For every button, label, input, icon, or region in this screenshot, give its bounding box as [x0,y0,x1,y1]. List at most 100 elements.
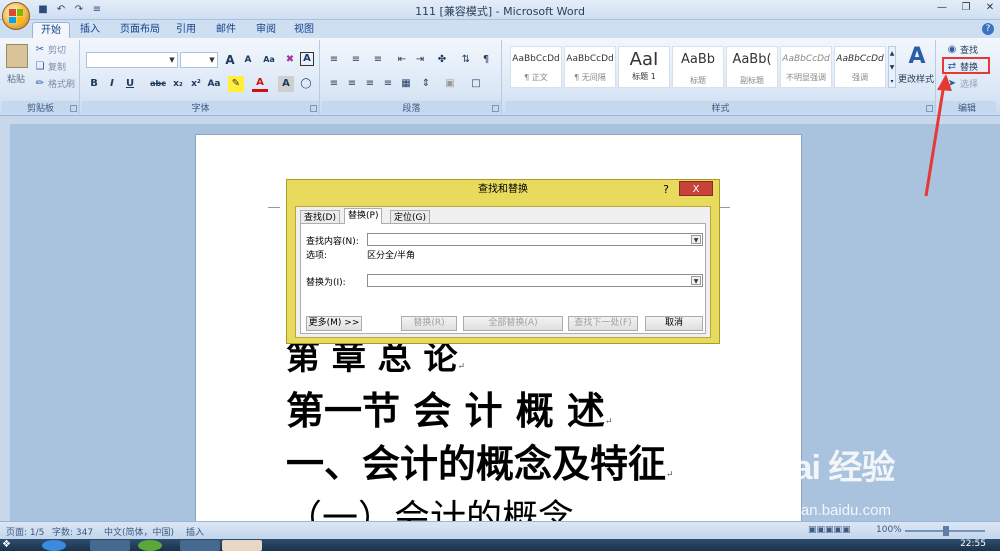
underline-button[interactable]: U [122,76,138,92]
chevron-down-icon[interactable]: ▼ [691,276,701,285]
tab-page-layout[interactable]: 页面布局 [112,22,168,38]
change-case-icon[interactable]: Aa [206,76,222,92]
align-left-icon[interactable]: ≡ [326,76,342,92]
clipboard-launcher-icon[interactable] [70,105,77,112]
doc-line-3: 一、会计的概念及特征↵ [286,441,674,486]
bullets-icon[interactable]: ≡ [326,52,342,68]
change-styles-label[interactable]: 更改样式 [898,72,934,85]
tab-view[interactable]: 视图 [286,22,322,38]
replace-with-input[interactable]: ▼ [367,274,703,287]
watermark-url: jingyan.baidu.com [770,502,891,519]
zoom-slider[interactable] [905,526,985,536]
style-subtle-emphasis[interactable]: AaBbCcDd 不明显强调 [780,46,832,88]
tab-replace[interactable]: 替换(P) [344,208,383,224]
highlight-icon[interactable]: ✎ [228,76,244,92]
tab-insert[interactable]: 插入 [72,22,108,38]
asian-layout-icon[interactable]: ✤ [434,52,450,68]
format-painter-button[interactable]: ✏ 格式刷 [34,76,75,91]
tab-mailings[interactable]: 邮件 [208,22,244,38]
char-shading-icon[interactable]: A [278,76,294,92]
dialog-help-button[interactable]: ? [663,183,669,196]
decrease-indent-icon[interactable]: ⇤ [394,52,410,68]
enclose-char-icon[interactable]: ◯ [298,76,314,92]
find-button[interactable]: ◉ 查找 [946,42,978,57]
clear-format-icon[interactable]: ✖ [282,52,298,68]
close-icon[interactable]: ✕ [984,2,996,14]
tab-references[interactable]: 引用 [168,22,204,38]
font-group: ▼ ▼ A A Aa ✖ A B I U abc x₂ x² Aa ✎ A A … [82,40,320,114]
style-emphasis[interactable]: AaBbCcDd 强调 [834,46,886,88]
more-button[interactable]: 更多(M) >> [306,316,362,331]
tab-home[interactable]: 开始 [32,22,70,38]
word-taskbar-icon[interactable] [222,540,262,551]
paragraph-mark-icon: ↵ [457,362,466,372]
page-count[interactable]: 页面: 1/5 [6,525,44,538]
help-icon[interactable]: ? [982,23,994,35]
justify-icon[interactable]: ≡ [380,76,396,92]
replace-one-button[interactable]: 替换(R) [401,316,457,331]
increase-indent-icon[interactable]: ⇥ [412,52,428,68]
borders-icon[interactable]: □ [468,76,484,92]
office-button[interactable] [2,2,30,30]
distributed-icon[interactable]: ▦ [398,76,414,92]
style-normal[interactable]: AaBbCcDd ¶ 正文 [510,46,562,88]
change-styles-icon[interactable]: A [902,44,932,70]
shrink-font-button[interactable]: A [240,52,256,68]
word-count[interactable]: 字数: 347 [52,525,93,538]
superscript-button[interactable]: x² [188,76,204,92]
paragraph-launcher-icon[interactable] [492,105,499,112]
tab-review[interactable]: 审阅 [248,22,284,38]
taskbar: ❖ 22:55 [0,539,1000,551]
change-case-button[interactable]: Aa [260,52,278,68]
restore-icon[interactable]: ❐ [960,2,972,14]
line-spacing-icon[interactable]: ⇕ [418,76,434,92]
shading-icon[interactable]: ▣ [442,76,458,92]
minimize-icon[interactable]: — [936,2,948,14]
paste-icon[interactable] [6,44,28,68]
style-no-spacing[interactable]: AaBbCcDd ¶ 无间隔 [564,46,616,88]
subscript-button[interactable]: x₂ [170,76,186,92]
strikethrough-button[interactable]: abc [148,76,168,92]
sort-icon[interactable]: ⇅ [458,52,474,68]
align-right-icon[interactable]: ≡ [362,76,378,92]
language-indicator[interactable]: 中文(简体，中国) [104,525,174,538]
italic-button[interactable]: I [104,76,120,92]
dialog-close-button[interactable]: X [679,181,713,196]
style-heading-1[interactable]: AaI 标题 1 [618,46,670,88]
find-next-button[interactable]: 查找下一处(F) [568,316,638,331]
browser-taskbar-icon[interactable] [42,540,66,551]
tab-find[interactable]: 查找(D) [300,210,340,224]
select-button[interactable]: ➤ 选择 [946,76,978,91]
explorer-taskbar-icon[interactable] [90,540,130,551]
replace-all-button[interactable]: 全部替换(A) [463,316,563,331]
start-icon[interactable]: ❖ [2,539,16,551]
style-title[interactable]: AaBb 标题 [672,46,724,88]
office-logo-icon [9,9,23,23]
font-name-combo[interactable]: ▼ [86,52,178,68]
tab-goto[interactable]: 定位(G) [390,210,430,224]
numbering-icon[interactable]: ≡ [348,52,364,68]
font-size-combo[interactable]: ▼ [180,52,218,68]
app-taskbar-icon[interactable] [180,540,220,551]
app-taskbar-icon[interactable] [138,540,162,551]
replace-highlight-box [942,57,990,74]
insert-mode[interactable]: 插入 [186,525,204,538]
font-color-button[interactable]: A [252,76,268,92]
show-marks-icon[interactable]: ¶ [478,52,494,68]
multilevel-list-icon[interactable]: ≡ [370,52,386,68]
char-border-button[interactable]: A [300,52,314,66]
find-what-input[interactable]: ▼ [367,233,703,246]
chevron-down-icon[interactable]: ▼ [691,235,701,244]
clock[interactable]: 22:55 [960,539,986,549]
cut-button[interactable]: ✂ 剪切 [34,42,66,57]
style-subtitle[interactable]: AaBb(副标题 [726,46,778,88]
paste-label[interactable]: 粘贴 [7,72,25,85]
styles-scroll[interactable]: ▲ ▼ ▾ [888,46,896,88]
styles-launcher-icon[interactable] [926,105,933,112]
cancel-button[interactable]: 取消 [645,316,703,331]
align-center-icon[interactable]: ≡ [344,76,360,92]
bold-button[interactable]: B [86,76,102,92]
copy-button[interactable]: ❏ 复制 [34,59,67,74]
font-launcher-icon[interactable] [310,105,317,112]
grow-font-button[interactable]: A [222,52,238,68]
